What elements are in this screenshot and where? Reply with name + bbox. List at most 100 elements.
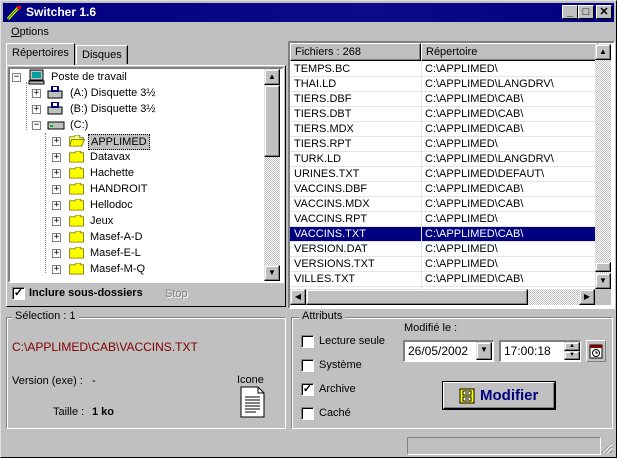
- tree-scroll-up-button[interactable]: ▲: [264, 69, 280, 85]
- hard-drive-icon: [47, 121, 65, 130]
- tab-repertoires[interactable]: Répertoires: [6, 43, 75, 65]
- title-bar[interactable]: Switcher 1.6 _ □ ✕: [3, 3, 614, 22]
- expand-icon[interactable]: +: [52, 233, 61, 242]
- tree-line: [26, 82, 27, 130]
- tree-root-label: Poste de travail: [51, 71, 127, 83]
- expand-icon[interactable]: +: [52, 169, 61, 178]
- list-hscroll-thumb[interactable]: [306, 289, 528, 305]
- file-row[interactable]: VACCINS.RPT C:\APPLIMED\: [290, 212, 595, 227]
- collapse-icon[interactable]: −: [32, 121, 41, 130]
- expand-icon[interactable]: +: [52, 217, 61, 226]
- folder-tree[interactable]: − Poste de travail + (A:) Disquette 3½ +: [10, 69, 282, 281]
- file-name-cell: TEMPS.BC: [294, 63, 351, 75]
- hidden-label: Caché: [319, 407, 351, 419]
- tab-disques[interactable]: Disques: [76, 45, 128, 64]
- menu-options-accel: O: [11, 26, 20, 38]
- column-header-files-label: Fichiers : 268: [295, 46, 362, 58]
- minimize-button[interactable]: _: [562, 5, 578, 19]
- file-row[interactable]: TIERS.MDX C:\APPLIMED\CAB\: [290, 122, 595, 137]
- file-name-cell: VACCINS.DBF: [294, 183, 368, 195]
- list-scroll-down-button[interactable]: ▼: [595, 273, 611, 289]
- expand-icon[interactable]: +: [32, 89, 41, 98]
- file-list[interactable]: Fichiers : 268 Répertoire ▲ TEMPS.BC C:\A…: [290, 43, 613, 307]
- file-row[interactable]: VACCINS.TXT C:\APPLIMED\CAB\: [290, 227, 595, 242]
- file-row[interactable]: VERSION.DAT C:\APPLIMED\: [290, 242, 595, 257]
- list-hscroll-track[interactable]: [528, 289, 579, 305]
- list-scroll-left-button[interactable]: ◀: [290, 289, 306, 305]
- expand-icon[interactable]: +: [52, 137, 61, 146]
- column-header-files[interactable]: Fichiers : 268: [290, 43, 421, 61]
- close-button[interactable]: ✕: [596, 5, 612, 19]
- file-row[interactable]: THAI.LD C:\APPLIMED\LANGDRV\: [290, 77, 595, 92]
- date-dropdown-button[interactable]: ▼: [476, 342, 492, 360]
- expand-icon[interactable]: +: [52, 185, 61, 194]
- list-scroll-thumb[interactable]: [595, 262, 611, 272]
- maximize-icon: □: [582, 6, 590, 18]
- file-cabinet-icon: [459, 388, 475, 404]
- status-bar: [3, 434, 614, 456]
- app-window: Switcher 1.6 _ □ ✕ Options Répertoires D…: [0, 0, 617, 458]
- readonly-checkbox[interactable]: [301, 335, 314, 348]
- column-separator: [421, 61, 422, 289]
- expand-icon[interactable]: +: [52, 153, 61, 162]
- modify-button[interactable]: Modifier: [443, 382, 555, 409]
- file-row[interactable]: URINES.TXT C:\APPLIMED\DEFAUT\: [290, 167, 595, 182]
- expand-icon[interactable]: +: [32, 105, 41, 114]
- tree-scroll-thumb[interactable]: [264, 85, 280, 157]
- file-directory-cell: C:\APPLIMED\CAB\: [425, 108, 524, 120]
- include-subfolders-checkbox[interactable]: ✓: [12, 287, 25, 300]
- file-row[interactable]: TIERS.DBF C:\APPLIMED\CAB\: [290, 92, 595, 107]
- time-decrement-button[interactable]: ▼: [564, 351, 580, 360]
- file-row[interactable]: TURK.LD C:\APPLIMED\LANGDRV\: [290, 152, 595, 167]
- readonly-label: Lecture seule: [319, 335, 386, 347]
- file-directory-cell: C:\APPLIMED\CAB\: [425, 273, 524, 285]
- menu-options[interactable]: Options: [11, 26, 49, 38]
- file-name-cell: VACCINS.TXT: [294, 228, 366, 240]
- folder-icon: [69, 183, 84, 195]
- archive-checkbox[interactable]: ✓: [301, 383, 314, 396]
- file-row[interactable]: TEMPS.BC C:\APPLIMED\: [290, 62, 595, 77]
- set-now-button[interactable]: [586, 340, 606, 362]
- icon-label: Icone: [237, 374, 264, 386]
- expand-icon[interactable]: +: [52, 201, 61, 210]
- hidden-checkbox[interactable]: [301, 407, 314, 420]
- list-scroll-right-button[interactable]: ▶: [579, 289, 595, 305]
- tree-folder-label: Jeux: [90, 215, 114, 227]
- file-directory-cell: C:\APPLIMED\CAB\: [425, 93, 524, 105]
- file-row[interactable]: TIERS.RPT C:\APPLIMED\: [290, 137, 595, 152]
- file-name-cell: URINES.TXT: [294, 168, 360, 180]
- file-name-cell: VACCINS.MDX: [294, 198, 370, 210]
- file-name-cell: TIERS.DBF: [294, 93, 352, 105]
- file-name-cell: VERSION.DAT: [294, 243, 368, 255]
- tree-scroll-down-button[interactable]: ▼: [264, 265, 280, 281]
- folder-icon: [69, 151, 84, 163]
- collapse-icon[interactable]: −: [12, 73, 21, 82]
- file-row[interactable]: VACCINS.DBF C:\APPLIMED\CAB\: [290, 182, 595, 197]
- modified-time-value: 17:00:18: [504, 344, 551, 358]
- expand-icon[interactable]: +: [52, 265, 61, 274]
- file-row[interactable]: TIERS.DBT C:\APPLIMED\CAB\: [290, 107, 595, 122]
- file-row[interactable]: VERSIONS.TXT C:\APPLIMED\: [290, 257, 595, 272]
- status-cell-main: [5, 437, 405, 455]
- maximize-button[interactable]: □: [578, 5, 594, 19]
- file-directory-cell: C:\APPLIMED\: [425, 213, 498, 225]
- expand-icon[interactable]: +: [52, 249, 61, 258]
- file-directory-cell: C:\APPLIMED\CAB\: [425, 198, 524, 210]
- tree-drive-label: (B:) Disquette 3½: [70, 103, 156, 115]
- list-scroll-track[interactable]: [595, 60, 611, 273]
- column-header-directory[interactable]: Répertoire: [421, 43, 598, 61]
- version-value: -: [92, 375, 96, 387]
- list-scroll-up-button[interactable]: ▲: [595, 44, 611, 60]
- time-increment-button[interactable]: ▲: [564, 342, 580, 351]
- file-row[interactable]: VILLES.TXT C:\APPLIMED\CAB\: [290, 272, 595, 287]
- tree-folder-label: Masef-A-D: [90, 231, 143, 243]
- file-directory-cell: C:\APPLIMED\: [425, 138, 498, 150]
- system-checkbox[interactable]: [301, 359, 314, 372]
- status-cell-progress: [407, 437, 601, 455]
- resize-grip-icon[interactable]: [601, 442, 613, 454]
- file-row[interactable]: VACCINS.MDX C:\APPLIMED\CAB\: [290, 197, 595, 212]
- column-header-directory-label: Répertoire: [426, 46, 478, 58]
- stop-button[interactable]: Stop: [165, 288, 188, 300]
- menu-options-label: ptions: [19, 26, 49, 38]
- tree-folder-label: Masef-E-L: [90, 247, 141, 259]
